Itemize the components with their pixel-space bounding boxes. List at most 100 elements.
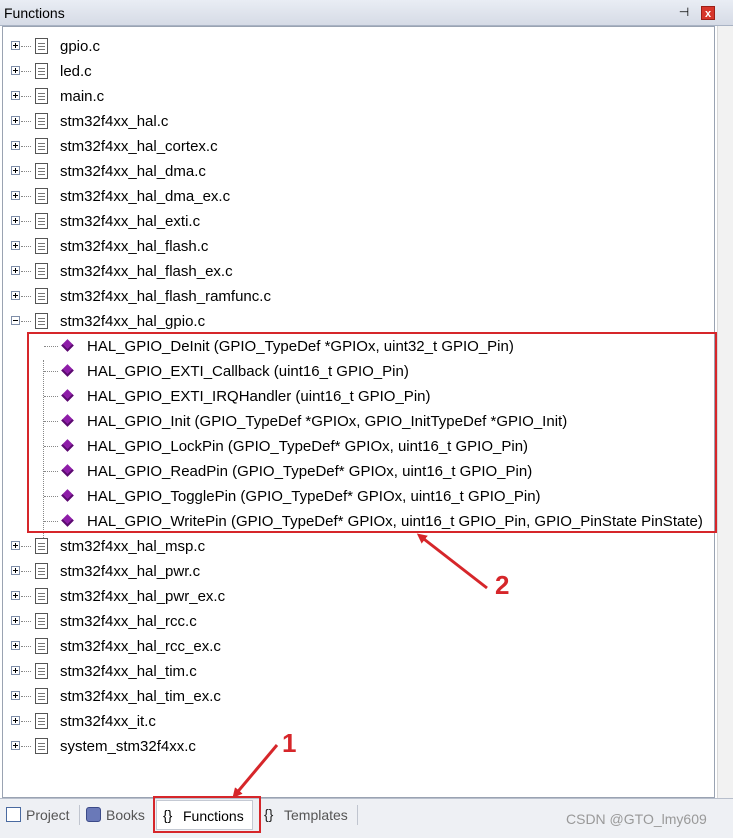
- tree-connector: [21, 221, 31, 222]
- tree-connector: [21, 621, 31, 622]
- tree-connector: [21, 746, 31, 747]
- tree-connector: [21, 121, 31, 122]
- tree-connector: [21, 571, 31, 572]
- file-icon: [35, 613, 48, 629]
- expand-icon[interactable]: [11, 691, 20, 700]
- tree-file-label: stm32f4xx_it.c: [60, 713, 156, 730]
- tree-file-label: stm32f4xx_hal_pwr.c: [60, 563, 201, 580]
- file-icon: [35, 313, 48, 329]
- file-icon: [35, 713, 48, 729]
- expand-icon[interactable]: [11, 41, 20, 50]
- file-icon: [35, 538, 48, 554]
- annotation-marker-2: 2: [495, 570, 510, 600]
- file-icon: [35, 188, 48, 204]
- expand-icon[interactable]: [11, 241, 20, 250]
- tree-connector: [21, 646, 31, 647]
- tree-connector: [21, 171, 31, 172]
- tab-project-label: Project: [26, 807, 70, 823]
- tab-separator: [357, 805, 358, 825]
- expand-icon[interactable]: [11, 566, 20, 575]
- file-icon: [35, 138, 48, 154]
- tree-file-label: gpio.c: [60, 38, 101, 55]
- tree-connector: [21, 721, 31, 722]
- tree-connector: [21, 71, 31, 72]
- expand-icon[interactable]: [11, 741, 20, 750]
- vertical-scrollbar[interactable]: [717, 26, 733, 798]
- tab-books-label: Books: [106, 807, 145, 823]
- file-icon: [35, 688, 48, 704]
- file-icon: [35, 213, 48, 229]
- file-icon: [35, 263, 48, 279]
- tree-file-label: stm32f4xx_hal_msp.c: [60, 538, 206, 555]
- watermark: CSDN @GTO_lmy609: [566, 811, 707, 827]
- expand-icon[interactable]: [11, 166, 20, 175]
- file-icon: [35, 663, 48, 679]
- close-button[interactable]: x: [701, 6, 715, 20]
- tree-connector: [21, 196, 31, 197]
- file-icon: [35, 88, 48, 104]
- expand-icon[interactable]: [11, 216, 20, 225]
- tree-file-label: stm32f4xx_hal_rcc.c: [60, 613, 197, 630]
- expand-icon[interactable]: [11, 116, 20, 125]
- tab-templates-label: Templates: [284, 807, 348, 823]
- tree-file-label: stm32f4xx_hal_tim_ex.c: [60, 688, 221, 705]
- expand-icon[interactable]: [11, 541, 20, 550]
- gpio-functions-highlight-box: [27, 332, 717, 533]
- panel-title-bar: Functions ⊣ x: [0, 0, 733, 26]
- tree-connector: [21, 96, 31, 97]
- collapse-icon[interactable]: [11, 316, 20, 325]
- tree-file-label: stm32f4xx_hal.c: [60, 113, 169, 130]
- tree-file-label: main.c: [60, 88, 105, 105]
- file-icon: [35, 113, 48, 129]
- tree-connector: [21, 46, 31, 47]
- expand-icon[interactable]: [11, 191, 20, 200]
- tree-file-label: stm32f4xx_hal_exti.c: [60, 213, 201, 230]
- books-icon: [86, 807, 101, 822]
- tree-connector: [21, 146, 31, 147]
- tab-project[interactable]: Project: [4, 804, 70, 826]
- tree-file-label: stm32f4xx_hal_tim.c: [60, 663, 197, 680]
- expand-icon[interactable]: [11, 66, 20, 75]
- tab-books[interactable]: Books: [84, 804, 145, 826]
- tree-file-label: stm32f4xx_hal_flash_ramfunc.c: [60, 288, 271, 305]
- file-icon: [35, 563, 48, 579]
- tree-file-label: system_stm32f4xx.c: [60, 738, 196, 755]
- tree-file-label: stm32f4xx_hal_dma_ex.c: [60, 188, 231, 205]
- pin-icon[interactable]: ⊣: [677, 5, 691, 20]
- tab-templates[interactable]: {} Templates: [262, 804, 348, 826]
- tree-connector: [21, 271, 31, 272]
- tree-connector: [21, 296, 31, 297]
- functions-tab-highlight-box: [153, 796, 261, 833]
- annotation-marker-1: 1: [282, 728, 297, 758]
- tree-file-label: stm32f4xx_hal_gpio.c: [60, 313, 206, 330]
- file-icon: [35, 288, 48, 304]
- tab-separator: [79, 805, 80, 825]
- tree-file-label: led.c: [60, 63, 92, 80]
- panel-title: Functions: [4, 5, 65, 21]
- tree-connector: [21, 671, 31, 672]
- expand-icon[interactable]: [11, 141, 20, 150]
- expand-icon[interactable]: [11, 266, 20, 275]
- expand-icon[interactable]: [11, 291, 20, 300]
- expand-icon[interactable]: [11, 91, 20, 100]
- file-icon: [35, 63, 48, 79]
- tree-connector: [21, 696, 31, 697]
- file-icon: [35, 163, 48, 179]
- tree-connector: [21, 596, 31, 597]
- tree-connector: [21, 321, 31, 322]
- tree-connector: [21, 546, 31, 547]
- expand-icon[interactable]: [11, 666, 20, 675]
- expand-icon[interactable]: [11, 591, 20, 600]
- tree-file-label: stm32f4xx_hal_cortex.c: [60, 138, 218, 155]
- expand-icon[interactable]: [11, 641, 20, 650]
- file-icon: [35, 638, 48, 654]
- expand-icon[interactable]: [11, 616, 20, 625]
- tree-file-label: stm32f4xx_hal_flash_ex.c: [60, 263, 233, 280]
- file-icon: [35, 238, 48, 254]
- expand-icon[interactable]: [11, 716, 20, 725]
- tree-file-label: stm32f4xx_hal_pwr_ex.c: [60, 588, 226, 605]
- tree-connector: [21, 246, 31, 247]
- tree-file-label: stm32f4xx_hal_rcc_ex.c: [60, 638, 221, 655]
- file-icon: [35, 738, 48, 754]
- templates-icon: {}: [264, 806, 274, 822]
